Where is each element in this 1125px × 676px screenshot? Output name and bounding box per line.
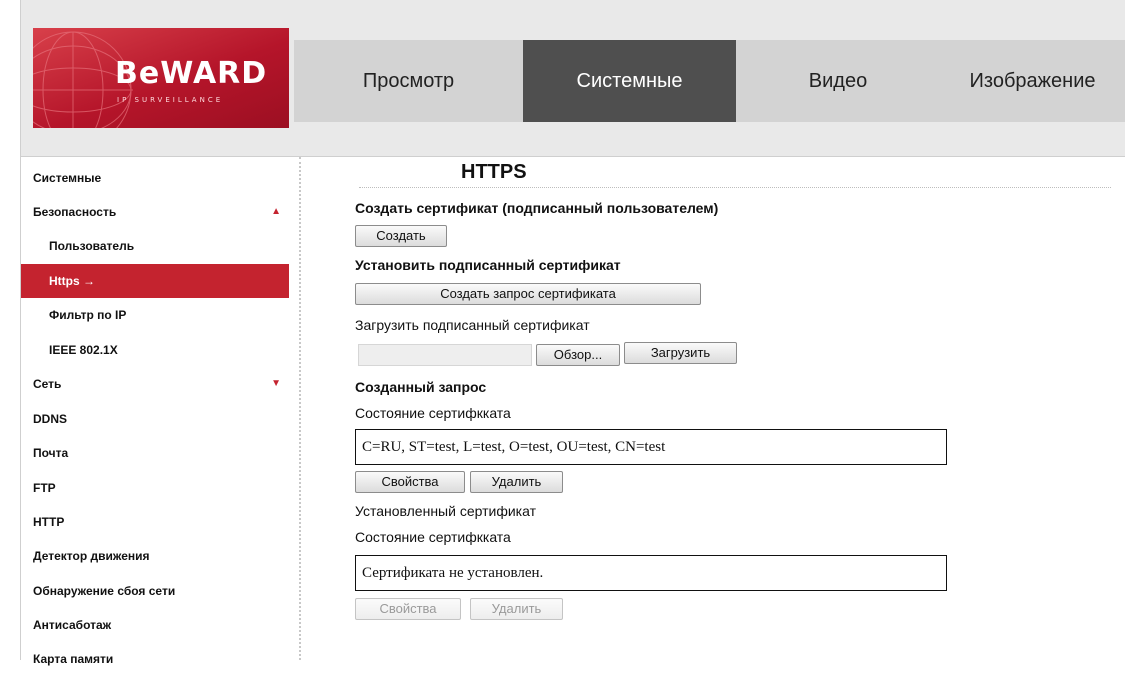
delete-button[interactable]: Удалить [470, 471, 563, 493]
page-frame: BeWARD IP SURVEILLANCE Просмотр Системны… [20, 0, 1125, 666]
properties-button[interactable]: Свойства [355, 471, 465, 493]
sidebar-item-network-failure[interactable]: Обнаружение сбоя сети [21, 574, 289, 608]
sidebar-item-tampering[interactable]: Антисаботаж [21, 608, 289, 642]
sidebar-item-motion-detector[interactable]: Детектор движения [21, 539, 289, 573]
sidebar-item-ieee8021x[interactable]: IEEE 802.1X [21, 333, 289, 367]
installed-status-label: Состояние сертифкката [355, 529, 511, 545]
beward-logo: BeWARD IP SURVEILLANCE [33, 28, 289, 128]
sidebar-item-label: Обнаружение сбоя сети [33, 584, 176, 598]
logo-subtitle: IP SURVEILLANCE [117, 96, 224, 104]
sidebar-item-http[interactable]: HTTP [21, 505, 289, 539]
sidebar-item-label: FTP [33, 481, 56, 495]
upload-label: Загрузить подписанный сертификат [355, 317, 590, 333]
sidebar-item-ddns[interactable]: DDNS [21, 402, 289, 436]
sidebar-item-memory-card[interactable]: Карта памяти [21, 642, 289, 676]
installed-cert-label: Установленный сертификат [355, 503, 536, 519]
sidebar-item-label: Детектор движения [33, 549, 150, 563]
sidebar-item-label: Почта [33, 446, 69, 460]
request-status-label: Состояние сертифкката [355, 405, 511, 421]
upload-button[interactable]: Загрузить [624, 342, 737, 364]
sidebar-item-label: Пользователь [49, 239, 135, 253]
tab-video[interactable]: Видео [736, 40, 940, 122]
sidebar-item-ip-filter[interactable]: Фильтр по IP [21, 298, 289, 332]
sidebar-item-network[interactable]: Сеть ▼ [21, 367, 289, 401]
sidebar-item-user[interactable]: Пользователь [21, 229, 289, 263]
created-request-heading: Созданный запрос [355, 379, 487, 395]
page-title: HTTPS [461, 161, 527, 183]
sidebar-item-mail[interactable]: Почта [21, 436, 289, 470]
sidebar-item-label: Безопасность [33, 205, 117, 219]
sidebar-item-label: Системные [33, 171, 102, 185]
sidebar-item-label: IEEE 802.1X [49, 343, 118, 357]
sidebar-item-label: Https → [49, 274, 95, 288]
installed-status-box: Сертификата не установлен. [355, 555, 947, 591]
sidebar-item-system[interactable]: Системные [21, 161, 289, 195]
create-cert-heading: Создать сертификат (подписанный пользова… [355, 200, 719, 216]
sidebar-item-label: Фильтр по IP [49, 308, 127, 322]
sidebar-item-ftp[interactable]: FTP [21, 471, 289, 505]
main-content: HTTPS Создать сертификат (подписанный по… [349, 157, 1125, 660]
delete-button-disabled: Удалить [470, 598, 563, 620]
sidebar: Системные Безопасность ▲ Пользователь Htt… [21, 157, 301, 666]
file-path-input[interactable] [358, 344, 532, 366]
header: BeWARD IP SURVEILLANCE Просмотр Системны… [21, 0, 1125, 157]
sidebar-item-label: DDNS [33, 412, 68, 426]
sidebar-item-security[interactable]: Безопасность ▲ [21, 195, 289, 229]
sidebar-item-label: Антисаботаж [33, 618, 112, 632]
sidebar-item-label: Сеть [33, 377, 62, 391]
tab-system[interactable]: Системные [523, 40, 736, 122]
title-divider [359, 187, 1111, 188]
logo-text: BeWARD [115, 56, 268, 91]
browse-button[interactable]: Обзор... [536, 344, 620, 366]
sidebar-item-label: HTTP [33, 515, 65, 529]
expand-up-icon[interactable]: ▲ [271, 195, 281, 229]
tab-image[interactable]: Изображение [940, 40, 1125, 122]
properties-button-disabled: Свойства [355, 598, 461, 620]
expand-down-icon[interactable]: ▼ [271, 367, 281, 401]
create-request-button[interactable]: Создать запрос сертификата [355, 283, 701, 305]
tab-preview[interactable]: Просмотр [294, 40, 523, 122]
install-heading: Установить подписанный сертификат [355, 257, 621, 273]
request-status-box: C=RU, ST=test, L=test, O=test, OU=test, … [355, 429, 947, 465]
create-button[interactable]: Создать [355, 225, 447, 247]
top-nav: Просмотр Системные Видео Изображение [294, 40, 1125, 122]
sidebar-item-https[interactable]: Https → [21, 264, 289, 298]
sidebar-item-label: Карта памяти [33, 652, 114, 666]
